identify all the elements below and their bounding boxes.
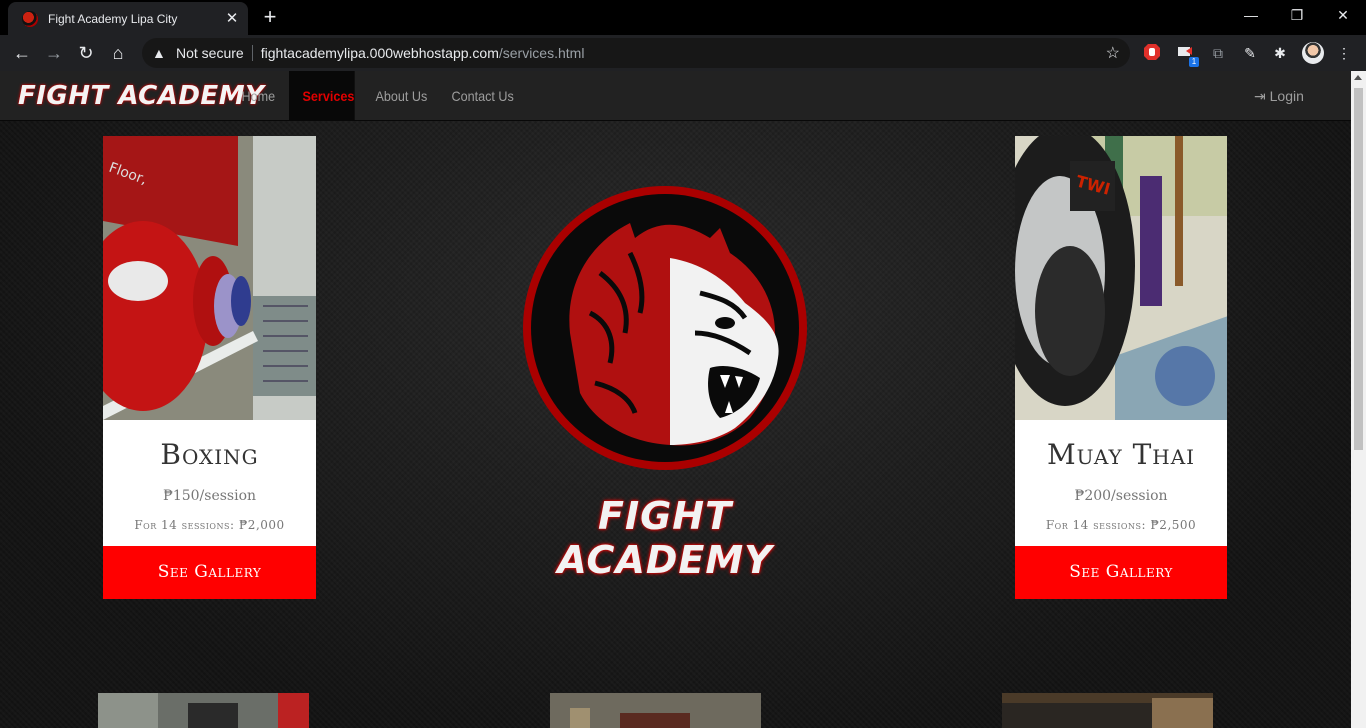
back-icon[interactable]: ←: [8, 39, 36, 67]
boxing-gloves-image: Floor,: [103, 136, 316, 420]
card-sessions-price: For 14 sessions: ₱2,500: [1045, 518, 1197, 532]
card-title: Muay Thai: [1046, 438, 1196, 471]
card-sessions-price: For 14 sessions: ₱2,000: [134, 518, 285, 532]
gallery-thumbnail[interactable]: [98, 693, 309, 728]
see-gallery-button[interactable]: See Gallery: [1015, 546, 1227, 599]
see-gallery-button[interactable]: See Gallery: [103, 546, 316, 599]
url-path: /services.html: [498, 45, 585, 61]
minimize-icon[interactable]: —: [1236, 4, 1266, 26]
not-secure-label[interactable]: Not secure: [176, 45, 244, 61]
adblock-extension-icon[interactable]: [1142, 43, 1162, 63]
card-title: Boxing: [160, 438, 259, 471]
service-card-muay-thai: TWI Muay Thai ₱200/session For 14 sessio…: [1015, 136, 1227, 599]
extensions-puzzle-icon[interactable]: ✱: [1270, 43, 1290, 63]
scroll-up-icon[interactable]: [1354, 75, 1362, 80]
nav-about-us[interactable]: About Us: [362, 71, 441, 121]
extension-badge: 1: [1189, 57, 1199, 67]
restore-icon[interactable]: ❐: [1282, 4, 1312, 26]
profile-avatar[interactable]: [1302, 42, 1324, 64]
bookmark-star-icon[interactable]: ☆: [1106, 43, 1120, 63]
site-navbar: FIGHT ACADEMY Home Services About Us Con…: [0, 71, 1351, 121]
address-bar[interactable]: ▲ Not secure fightacademylipa.000webhost…: [142, 38, 1130, 68]
gallery-thumbnail[interactable]: [550, 693, 761, 728]
forward-icon[interactable]: →: [40, 39, 68, 67]
service-card-boxing: Floor, Boxing ₱150/session For 14 sessio…: [103, 136, 316, 599]
browser-toolbar: ← → ↻ ⌂ ▲ Not secure fightacademylipa.00…: [0, 35, 1366, 71]
browser-tab[interactable]: Fight Academy Lipa City ✕: [8, 2, 248, 35]
login-icon: ⇥: [1254, 88, 1266, 104]
nav-contact-us[interactable]: Contact Us: [438, 71, 527, 121]
warning-icon: ▲: [152, 45, 166, 61]
tiger-favicon-icon: [22, 10, 38, 27]
headgear-image: TWI: [1015, 136, 1227, 420]
gallery-thumbnail[interactable]: [1002, 693, 1213, 728]
close-tab-icon[interactable]: ✕: [222, 9, 242, 29]
home-icon[interactable]: ⌂: [104, 39, 132, 67]
card-price: ₱150/session: [162, 488, 257, 504]
browser-tabbar: Fight Academy Lipa City ✕ + — ❐ ✕: [0, 0, 1366, 35]
eyedropper-icon[interactable]: ✎: [1240, 43, 1260, 63]
extension-icon[interactable]: ⧉: [1208, 43, 1228, 63]
omnibox-divider: [251, 45, 253, 61]
login-link[interactable]: ⇥ Login: [1254, 71, 1304, 121]
login-label: Login: [1269, 88, 1304, 104]
url-host: fightacademylipa.000webhostapp.com: [260, 45, 499, 61]
scrollbar-thumb[interactable]: [1354, 88, 1363, 450]
page-viewport: FIGHT ACADEMY Home Services About Us Con…: [0, 71, 1351, 728]
tiger-logo-icon: [523, 186, 807, 470]
cast-extension-icon[interactable]: 1: [1175, 43, 1199, 67]
nav-home[interactable]: Home: [228, 71, 289, 121]
window-close-icon[interactable]: ✕: [1328, 4, 1358, 26]
tab-title: Fight Academy Lipa City: [48, 11, 178, 26]
menu-kebab-icon[interactable]: ⋮: [1334, 43, 1354, 63]
center-brand-logo: FIGHT ACADEMY: [557, 494, 773, 582]
nav-services[interactable]: Services: [289, 71, 355, 121]
reload-icon[interactable]: ↻: [72, 39, 100, 67]
page-scrollbar[interactable]: [1351, 71, 1366, 728]
new-tab-button[interactable]: +: [258, 6, 282, 30]
card-price: ₱200/session: [1074, 488, 1168, 504]
